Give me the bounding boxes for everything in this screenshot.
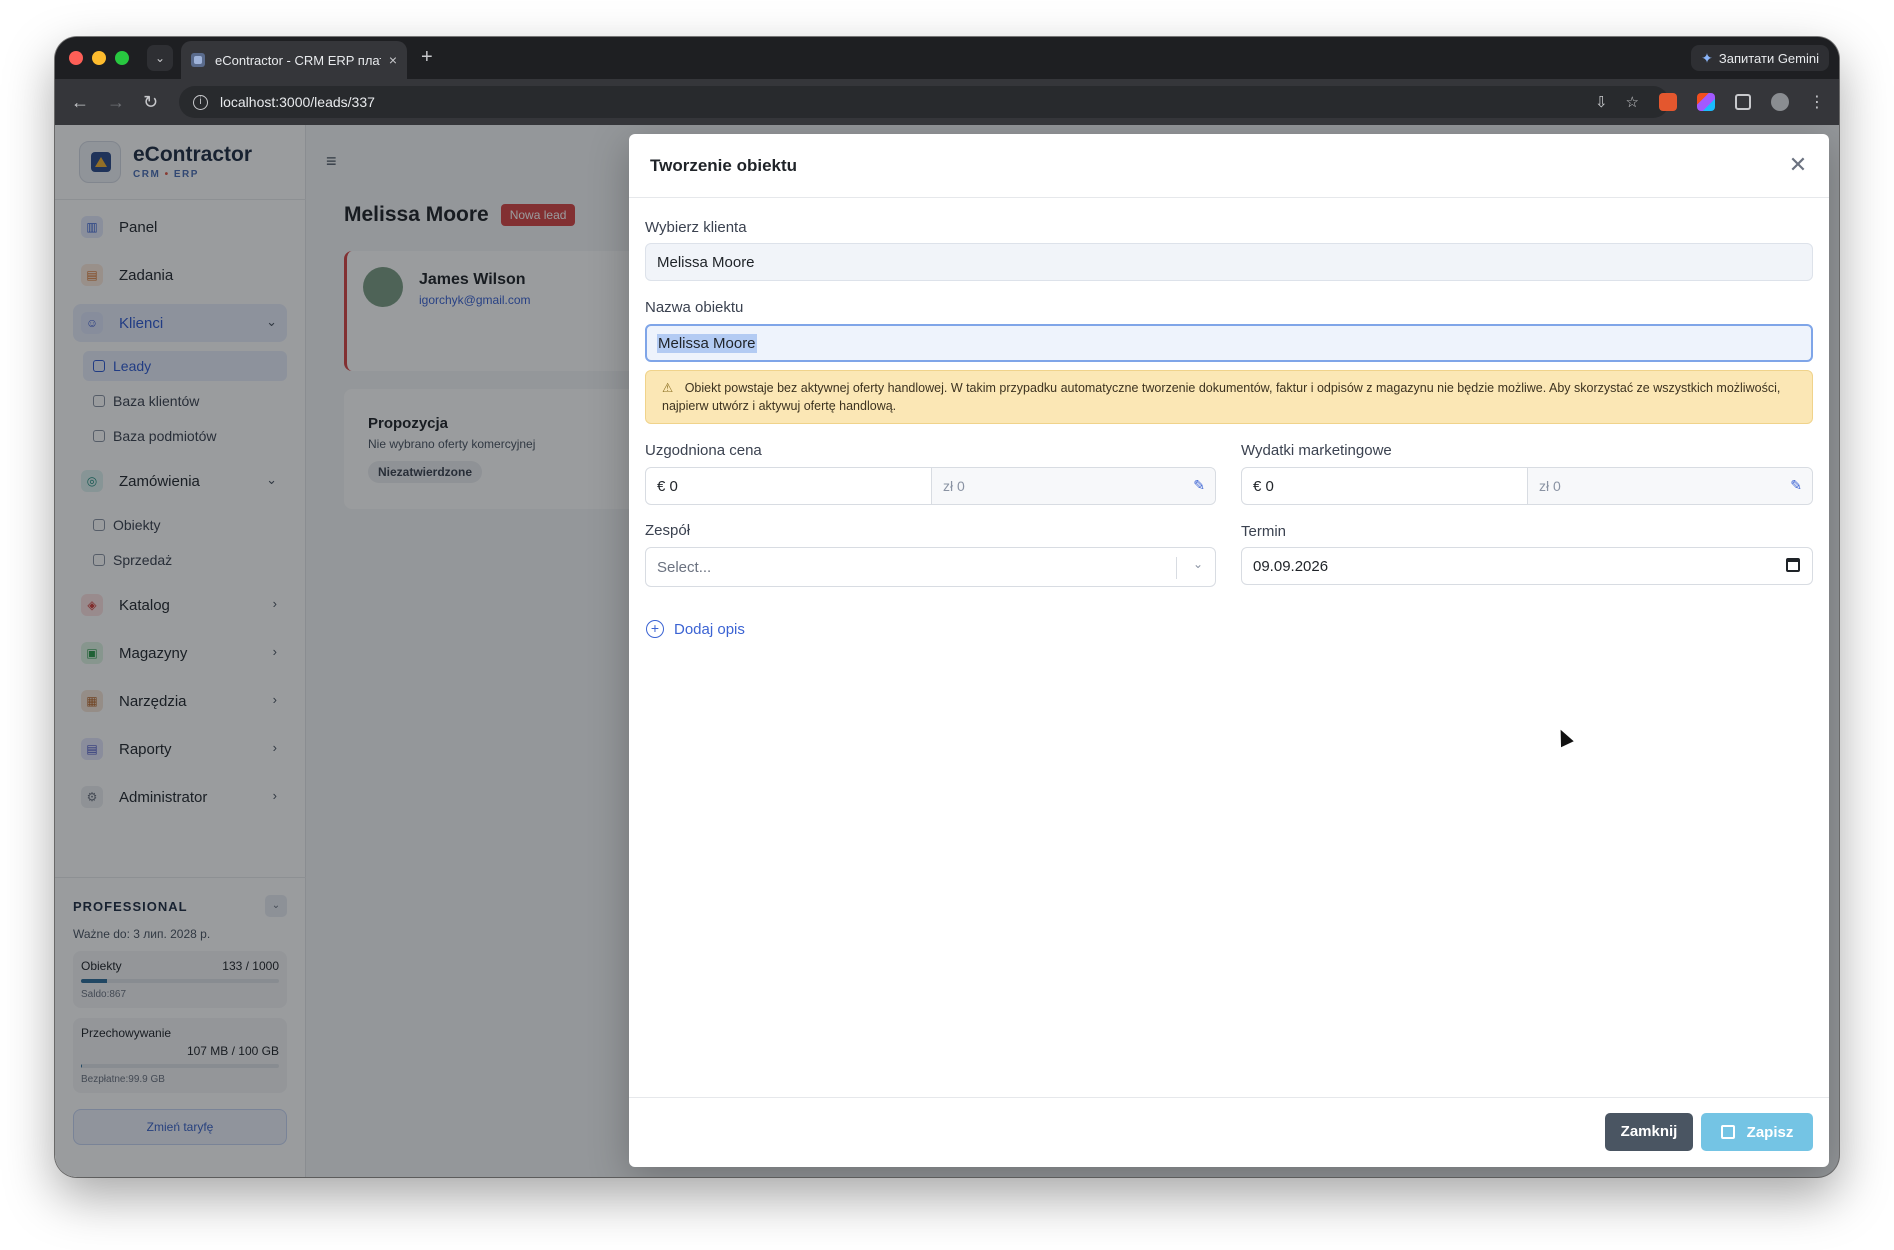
gemini-sparkle-icon: ✦: [1701, 49, 1713, 66]
no-offer-warning: ⚠ Obiekt powstaje bez aktywnej oferty ha…: [645, 370, 1813, 424]
team-select[interactable]: Select... ⌄: [645, 547, 1216, 587]
window-close-button[interactable]: [69, 51, 83, 65]
marketing-field: € 0 zł 0 ✎: [1241, 467, 1813, 505]
price-pln-value: zł 0: [943, 478, 965, 494]
object-name-value: Melissa Moore: [657, 333, 757, 353]
chevron-down-icon[interactable]: ⌄: [1193, 557, 1203, 571]
plus-circle-icon: +: [646, 620, 664, 638]
client-select[interactable]: Melissa Moore: [645, 243, 1813, 281]
select-divider: [1176, 557, 1177, 579]
team-placeholder: Select...: [657, 558, 712, 576]
marketing-eur-input[interactable]: € 0: [1242, 468, 1528, 504]
gemini-button[interactable]: ✦ Запитати Gemini: [1691, 45, 1829, 71]
extensions-puzzle-icon[interactable]: [1735, 94, 1751, 110]
team-label: Zespół: [645, 522, 691, 539]
price-label: Uzgodniona cena: [645, 442, 762, 459]
calendar-icon[interactable]: [1786, 558, 1800, 572]
extension-figma-icon[interactable]: [1697, 93, 1715, 111]
forward-arrow-icon[interactable]: →: [107, 91, 125, 113]
add-description-button[interactable]: + Dodaj opis: [646, 620, 745, 638]
marketing-pln-input[interactable]: zł 0 ✎: [1528, 468, 1812, 504]
address-bar[interactable]: i localhost:3000/leads/337: [179, 86, 1669, 118]
browser-tab[interactable]: eContractor - CRM ERP плат ×: [181, 41, 407, 79]
close-button[interactable]: Zamknij: [1605, 1113, 1693, 1151]
window-minimize-button[interactable]: [92, 51, 106, 65]
deadline-label: Termin: [1241, 523, 1287, 540]
create-object-modal: Tworzenie obiektu ✕ Wybierz klienta Meli…: [629, 134, 1829, 1167]
tab-favicon-icon: [191, 53, 205, 67]
modal-title: Tworzenie obiektu: [650, 156, 798, 175]
warning-icon: ⚠: [662, 381, 674, 395]
modal-footer: Zamknij Zapisz: [629, 1097, 1829, 1167]
browser-tabbar: ⌄ eContractor - CRM ERP плат × + ✦ Запит…: [55, 37, 1839, 79]
tab-close-icon[interactable]: ×: [389, 52, 397, 68]
price-pln-input[interactable]: zł 0 ✎: [932, 468, 1215, 504]
warning-text: Obiekt powstaje bez aktywnej oferty hand…: [662, 381, 1781, 413]
pencil-icon[interactable]: ✎: [1193, 477, 1205, 494]
save-label: Zapisz: [1746, 1123, 1794, 1141]
object-name-label: Nazwa obiektu: [645, 299, 744, 316]
reload-icon[interactable]: ↻: [143, 91, 158, 113]
extension-translate-icon[interactable]: [1659, 93, 1677, 111]
bookmark-star-icon[interactable]: ☆: [1626, 93, 1639, 111]
close-icon[interactable]: ✕: [1783, 150, 1813, 180]
client-value: Melissa Moore: [657, 253, 755, 271]
site-info-icon[interactable]: i: [193, 94, 208, 110]
tab-title: eContractor - CRM ERP плат: [215, 52, 381, 68]
profile-avatar-icon[interactable]: [1771, 93, 1789, 111]
client-label: Wybierz klienta: [645, 219, 747, 236]
install-app-icon[interactable]: ⇩: [1595, 93, 1608, 111]
tab-search-button[interactable]: ⌄: [147, 45, 173, 71]
price-eur-input[interactable]: € 0: [646, 468, 932, 504]
address-url: localhost:3000/leads/337: [220, 94, 375, 110]
deadline-value: 09.09.2026: [1253, 557, 1329, 575]
marketing-label: Wydatki marketingowe: [1241, 442, 1392, 459]
marketing-eur-value: € 0: [1253, 477, 1274, 495]
modal-header: Tworzenie obiektu ✕: [629, 134, 1829, 198]
price-field: € 0 zł 0 ✎: [645, 467, 1216, 505]
window-maximize-button[interactable]: [115, 51, 129, 65]
floppy-disk-icon: [1720, 1125, 1735, 1139]
gemini-label: Запитати Gemini: [1718, 50, 1819, 66]
back-arrow-icon[interactable]: ←: [71, 91, 89, 113]
add-description-label: Dodaj opis: [674, 620, 745, 638]
price-eur-value: € 0: [657, 477, 678, 495]
marketing-pln-value: zł 0: [1539, 478, 1561, 494]
browser-toolbar: ← → ↻ i localhost:3000/leads/337 ⇩ ☆ ⋮: [55, 79, 1839, 125]
browser-menu-icon[interactable]: ⋮: [1809, 92, 1825, 112]
new-tab-button[interactable]: +: [421, 46, 433, 68]
save-button[interactable]: Zapisz: [1701, 1113, 1813, 1151]
object-name-input[interactable]: Melissa Moore: [645, 324, 1813, 362]
browser-window: ⌄ eContractor - CRM ERP плат × + ✦ Запит…: [55, 37, 1839, 1177]
app-viewport: eContractor CRM • ERP ▥ Panel ▤ Zadania …: [55, 125, 1839, 1177]
deadline-date-input[interactable]: 09.09.2026: [1241, 547, 1813, 585]
pencil-icon[interactable]: ✎: [1790, 477, 1802, 494]
